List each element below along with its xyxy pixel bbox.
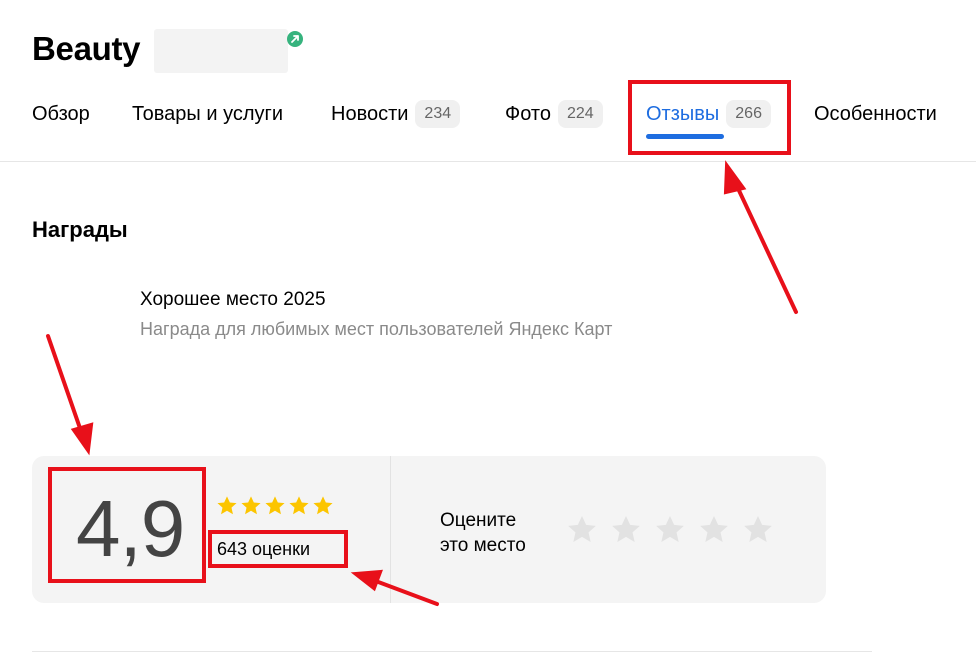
rate-star-icon[interactable] [698, 514, 730, 546]
award-description: Награда для любимых мест пользователей Я… [140, 319, 613, 339]
rate-prompt-line2: это место [440, 535, 526, 556]
rate-stars[interactable] [566, 514, 774, 546]
annotation-box-reviews-tab [628, 80, 791, 155]
tab-photos[interactable]: Фото 224 [505, 98, 603, 130]
awards-heading: Награды [32, 217, 128, 242]
award-title: Хорошее место 2025 [140, 289, 326, 310]
rating-stars [216, 495, 334, 517]
annotation-arrow [733, 180, 798, 314]
rate-star-icon[interactable] [610, 514, 642, 546]
divider [32, 651, 872, 652]
tab-label: Особенности [814, 102, 937, 125]
tab-label: Товары и услуги [132, 102, 283, 125]
rate-prompt-line1: Оцените [440, 510, 517, 531]
star-filled-icon [265, 496, 285, 515]
verified-badge-icon[interactable] [287, 31, 303, 47]
annotation-box-count [208, 530, 348, 568]
rate-star-icon[interactable] [566, 514, 598, 546]
tab-overview[interactable]: Обзор [32, 98, 90, 130]
star-filled-icon [241, 496, 261, 515]
rate-prompt: Оцените это место [440, 508, 526, 558]
annotation-arrow-head [70, 422, 94, 456]
rate-star-icon[interactable] [742, 514, 774, 546]
tab-news[interactable]: Новости 234 [331, 98, 461, 130]
star-filled-icon [313, 496, 333, 515]
tab-label: Обзор [32, 102, 90, 125]
page-title: Beauty [32, 30, 141, 67]
card-divider [390, 456, 391, 603]
annotation-arrow [46, 334, 84, 436]
tab-label: Фото [505, 102, 551, 125]
divider [0, 161, 976, 162]
annotation-arrow-head [723, 160, 747, 195]
redacted-title-part [154, 29, 288, 73]
star-filled-icon [217, 496, 237, 515]
tab-count-badge: 224 [557, 100, 603, 128]
tab-label: Новости [331, 102, 409, 125]
annotation-box-rating [48, 467, 206, 583]
star-filled-icon [289, 496, 309, 515]
rate-star-icon[interactable] [654, 514, 686, 546]
tab-count-badge: 234 [415, 100, 461, 128]
tab-goods-services[interactable]: Товары и услуги [132, 98, 283, 130]
tab-features[interactable]: Особенности [814, 98, 937, 130]
